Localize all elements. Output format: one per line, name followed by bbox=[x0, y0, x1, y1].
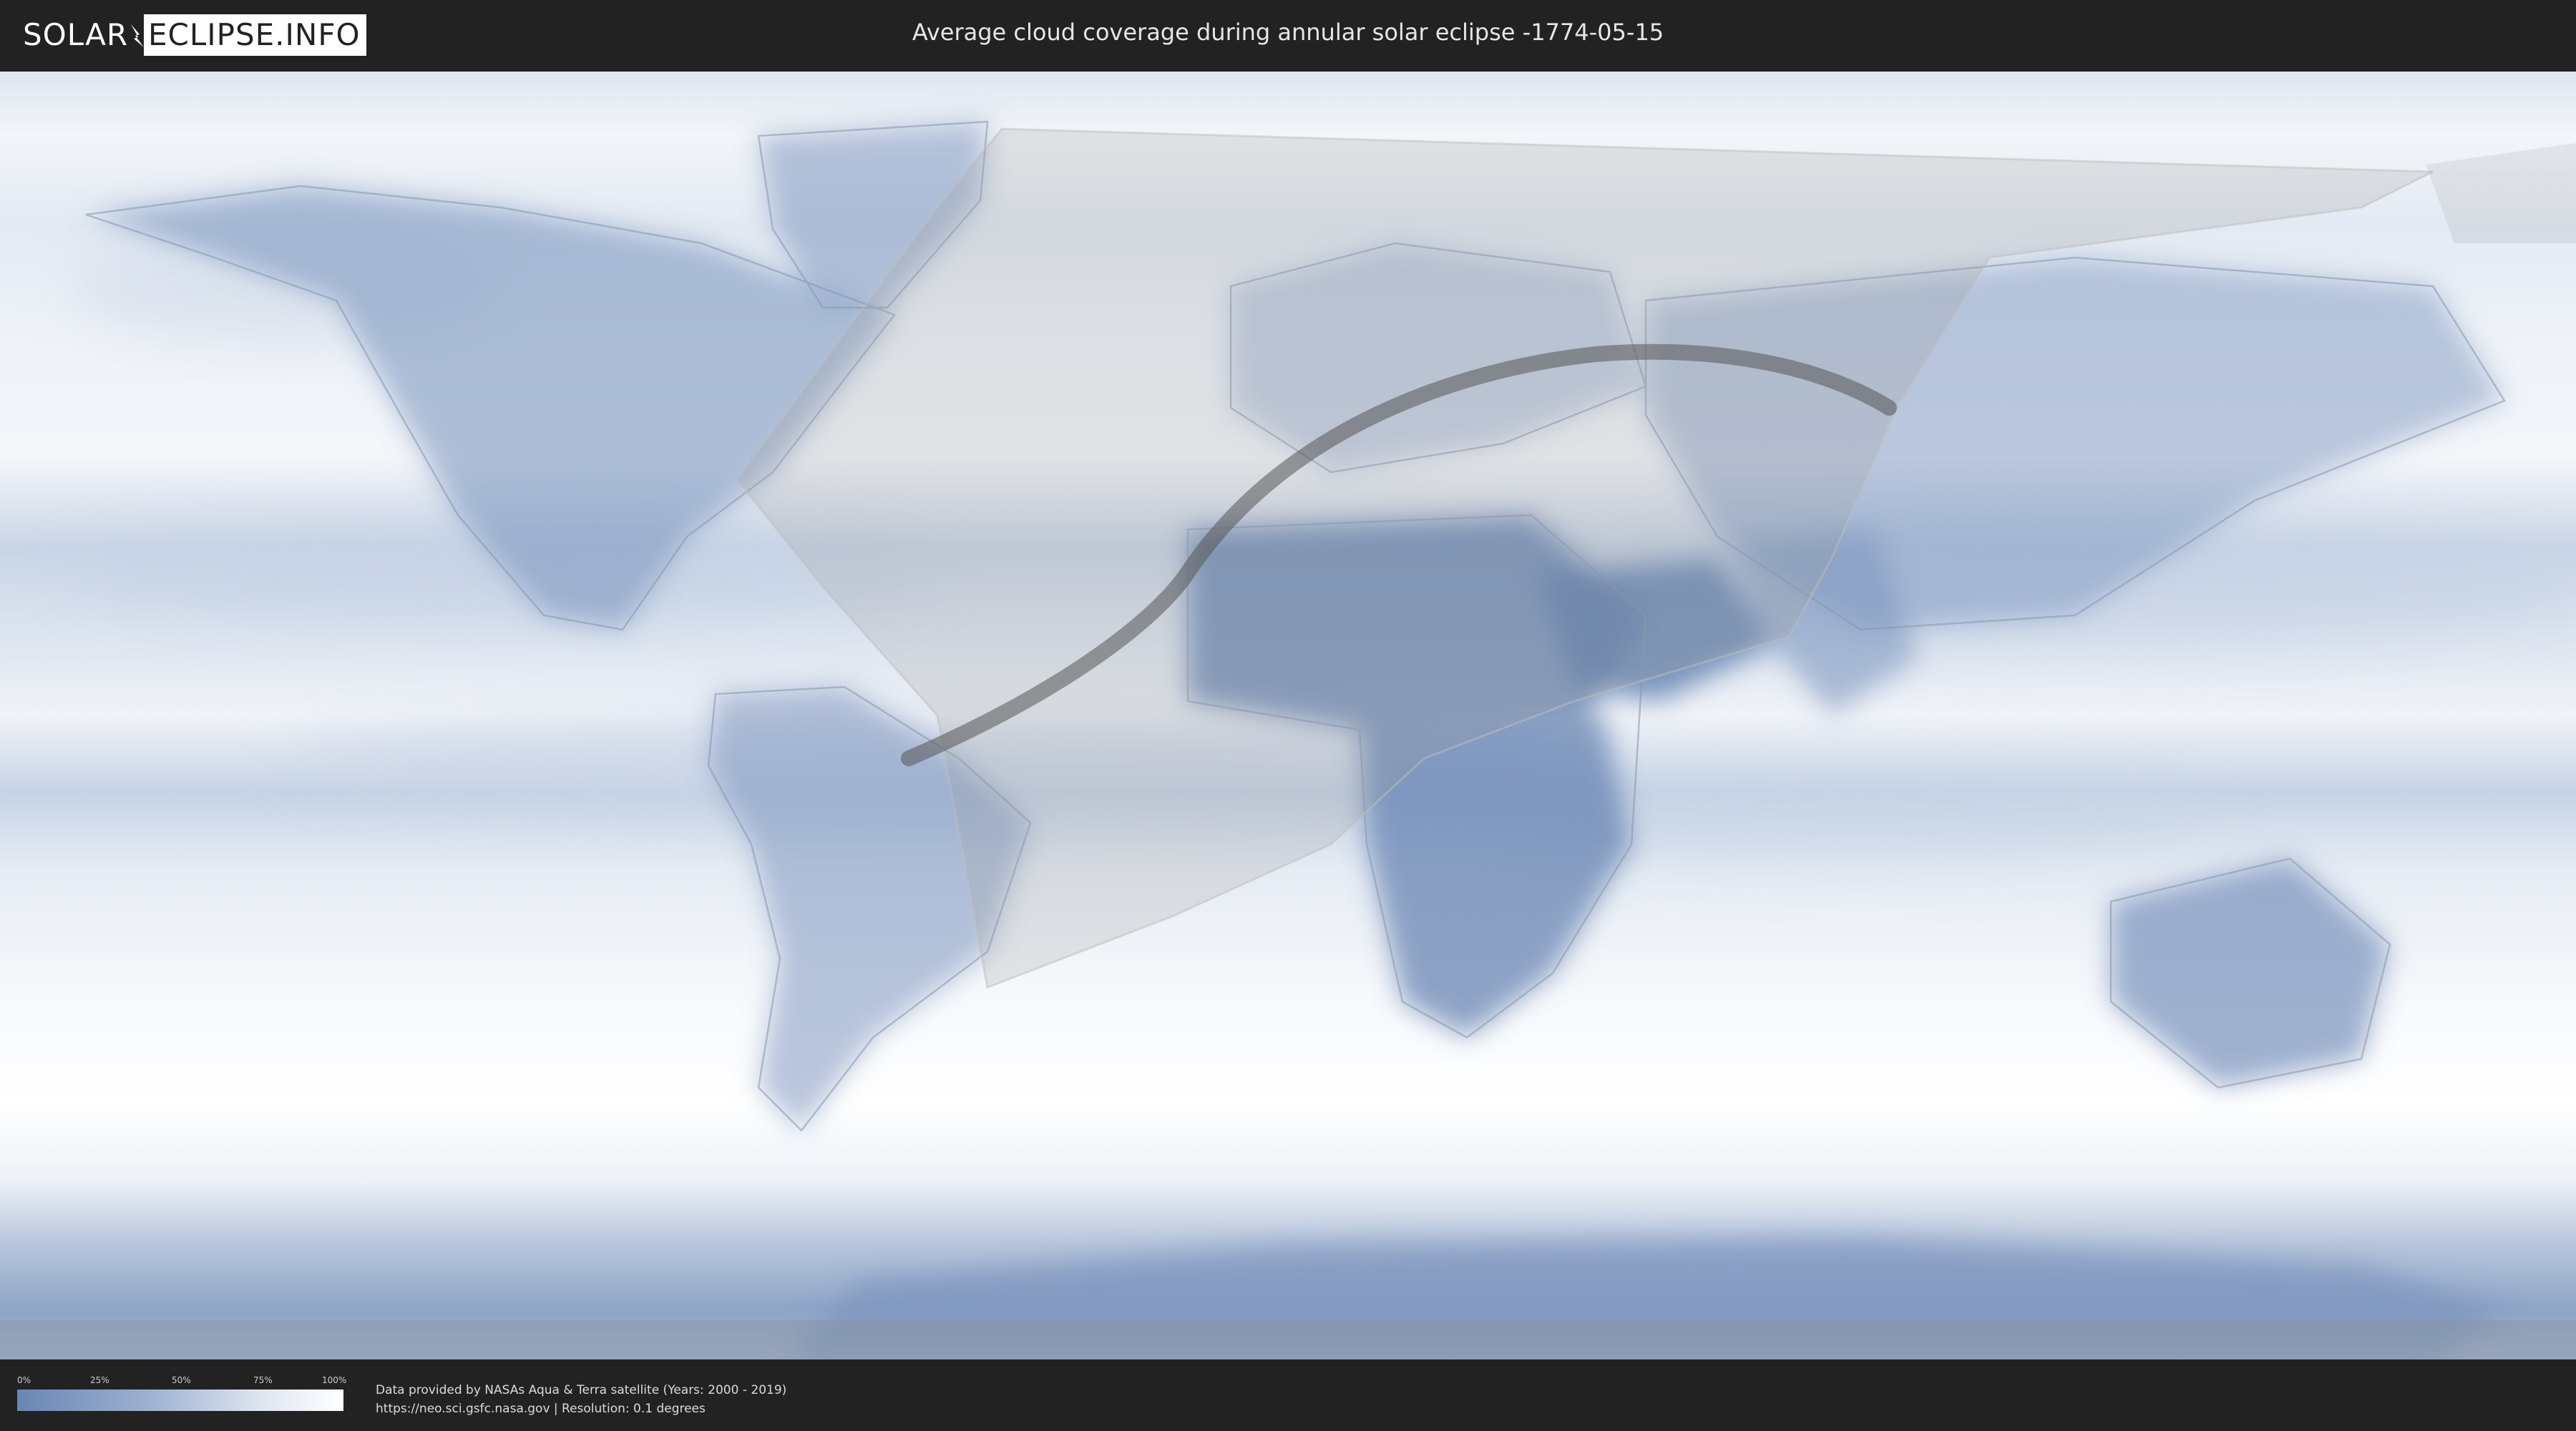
attribution-line-1: Data provided by NASAs Aqua & Terra sate… bbox=[376, 1383, 787, 1397]
legend-color-bar bbox=[17, 1390, 343, 1411]
map-canvas[interactable] bbox=[0, 72, 2576, 1359]
map-bottom-shade bbox=[0, 1320, 2576, 1359]
legend-tick-100: 100% bbox=[322, 1375, 347, 1385]
page-title: Average cloud coverage during annular so… bbox=[912, 19, 1664, 46]
footer: 0% 25% 50% 75% 100% Data provided by NAS… bbox=[0, 1359, 2576, 1431]
data-attribution: Data provided by NASAs Aqua & Terra sate… bbox=[376, 1381, 786, 1418]
legend-tick-75: 75% bbox=[253, 1375, 273, 1385]
attribution-line-2: https://neo.sci.gsfc.nasa.gov | Resoluti… bbox=[376, 1402, 706, 1416]
legend-tick-50: 50% bbox=[172, 1375, 191, 1385]
header: SOLAR ECLIPSE.INFO Average cloud coverag… bbox=[0, 0, 2576, 72]
legend-tick-25: 25% bbox=[90, 1375, 109, 1385]
legend-tick-0: 0% bbox=[17, 1375, 31, 1385]
cloud-coverage-map[interactable] bbox=[0, 72, 2576, 1359]
